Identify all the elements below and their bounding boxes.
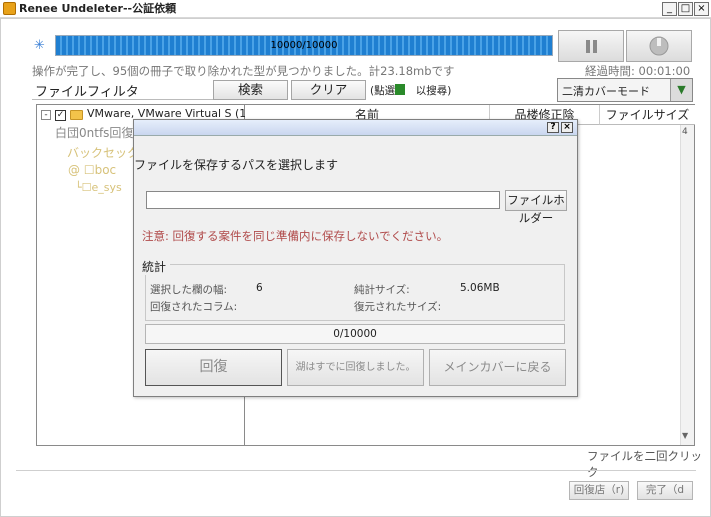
stats-title: 統計 — [142, 258, 171, 275]
tree-expander-icon[interactable]: - — [41, 110, 51, 120]
app-logo-icon — [3, 2, 16, 15]
scan-progress-bar: 10000/10000 — [55, 35, 553, 56]
recovery-progress: 0/10000 — [145, 324, 565, 344]
ghost-tree-row: └☐e_sys — [75, 181, 122, 194]
elapsed-time: 経過時間: 00:01:00 — [585, 64, 691, 78]
recovery-mode-value: 二清カバーモード — [562, 85, 650, 98]
stop-icon — [649, 36, 669, 56]
filter-hint: (點選 以搜尋) — [370, 83, 451, 98]
minimize-button[interactable]: _ — [662, 2, 677, 16]
warning-text: 注意: 回復する案件を同じ準備内に保存しないでください。 — [142, 229, 449, 243]
back-to-main-button[interactable]: メインカバーに戻る — [429, 349, 566, 386]
spinner-icon: ✳ — [34, 38, 45, 53]
tree-root-checkbox[interactable]: ✓ — [55, 110, 66, 121]
pause-icon — [586, 40, 597, 53]
scan-progress-text: 10000/10000 — [270, 40, 338, 51]
stat-selected-value: 6 — [256, 282, 263, 294]
stat-selected-label: 選択した欄の幅: — [150, 284, 228, 296]
dialog-prompt: ファイルを保存するパスを選択します — [134, 158, 339, 172]
chevron-down-icon[interactable]: ▼ — [670, 79, 692, 101]
double-click-hint: ファイルを二回クリック — [587, 449, 702, 479]
clear-button[interactable]: クリア — [291, 80, 366, 100]
list-count: 4 — [682, 127, 688, 137]
stat-recovered-label: 回復されたコラム: — [150, 301, 238, 313]
stat-restored-size-label: 復元されたサイズ: — [354, 301, 442, 313]
pause-button[interactable] — [558, 30, 624, 62]
stat-total-value: 5.06MB — [460, 282, 500, 294]
window-title: Renee Undeleter--公証依頼 — [19, 2, 177, 15]
restore-button[interactable]: □ — [678, 2, 693, 16]
ghost-tree-row: @ ☐boc — [68, 163, 117, 177]
status-text: 操作が完了し、95個の冊子で取り除かれた型が見つかりました。計23.18mbです — [32, 64, 455, 78]
done-button[interactable]: 完了（d — [637, 481, 693, 500]
recovery-mode-select[interactable]: 二清カバーモード ▼ — [557, 78, 693, 102]
stop-button[interactable] — [626, 30, 692, 62]
file-filter-label: ファイルフィルタ — [35, 85, 139, 100]
save-path-input[interactable] — [146, 191, 500, 209]
filter-hint-left: (點選 — [370, 85, 396, 97]
dialog-title-bar — [134, 120, 577, 136]
filter-hint-icon — [395, 84, 405, 95]
list-scrollbar[interactable]: 4 ▼ — [680, 125, 694, 445]
save-path-dialog: ? × ファイルを保存するパスを選択します ファイルホルダー 注意: 回復する案… — [133, 119, 578, 397]
dialog-recover-button[interactable]: 回復 — [145, 349, 282, 386]
stat-total-label: 純計サイズ: — [354, 284, 410, 296]
browse-folder-button[interactable]: ファイルホルダー — [505, 190, 567, 225]
scroll-down-icon[interactable]: ▼ — [682, 431, 688, 440]
recover-button[interactable]: 回復店（r) — [569, 481, 629, 500]
filter-hint-right: 以搜尋) — [415, 85, 452, 97]
help-button[interactable]: ? — [547, 122, 559, 133]
close-button[interactable]: × — [694, 2, 709, 16]
dialog-close-button[interactable]: × — [561, 122, 573, 133]
already-recovered-button[interactable]: 湖はすでに回復しました。 — [287, 349, 424, 386]
folder-icon — [70, 110, 83, 120]
column-header-size[interactable]: ファイルサイズ — [600, 105, 695, 125]
divider — [16, 470, 696, 471]
search-button[interactable]: 検索 — [213, 80, 288, 100]
